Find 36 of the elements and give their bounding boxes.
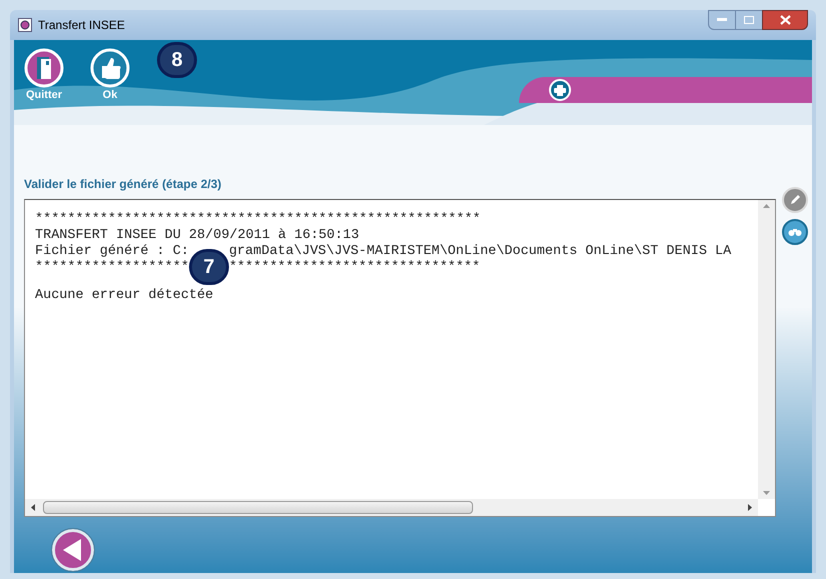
thumbs-up-icon xyxy=(90,48,130,88)
log-line: gramData\JVS\JVS-MAIRISTEM\OnLine\Documents OnLine\ST DENIS LA xyxy=(228,242,732,260)
toolbar-button[interactable]: Ok xyxy=(88,48,132,101)
binoculars-button[interactable] xyxy=(782,219,808,245)
edit-button[interactable] xyxy=(782,187,808,213)
minimize-button[interactable] xyxy=(708,10,736,30)
binoculars-icon xyxy=(788,227,802,237)
door-icon xyxy=(24,48,64,88)
close-button[interactable] xyxy=(762,10,808,30)
log-line: Aucune erreur détectée xyxy=(35,286,214,305)
scroll-left-icon xyxy=(31,504,35,511)
maximize-button[interactable] xyxy=(736,10,762,30)
close-icon xyxy=(780,15,790,25)
scroll-down-icon xyxy=(763,491,770,495)
scroll-thumb[interactable] xyxy=(43,501,473,514)
log-line: TRANSFERT INSEE DU 28/09/2011 à 16:50:13 xyxy=(35,226,360,244)
callout-badge: 7 xyxy=(188,249,229,285)
log-line: Fichier généré : C: xyxy=(35,242,189,260)
print-button[interactable] xyxy=(549,79,571,101)
horizontal-scrollbar[interactable] xyxy=(25,499,758,516)
pencil-icon xyxy=(789,194,801,206)
step-title: Valider le fichier généré (étape 2/3) xyxy=(24,176,222,193)
log-line: ******************************************************* xyxy=(35,210,481,228)
log-line: ******************* xyxy=(35,258,189,277)
callout-badge: 8 xyxy=(157,42,197,78)
log-line: ******************************* xyxy=(228,258,480,277)
app-icon xyxy=(18,18,32,32)
maximize-icon xyxy=(744,16,754,24)
minimize-icon xyxy=(717,18,727,22)
scroll-up-icon xyxy=(763,204,770,208)
back-button[interactable] xyxy=(52,529,94,571)
toolbar-button[interactable]: Quitter xyxy=(22,48,66,101)
vertical-scrollbar[interactable] xyxy=(758,200,775,499)
window-title: Transfert INSEE xyxy=(38,17,125,34)
back-arrow-icon xyxy=(63,539,83,561)
scroll-right-icon xyxy=(748,504,752,511)
